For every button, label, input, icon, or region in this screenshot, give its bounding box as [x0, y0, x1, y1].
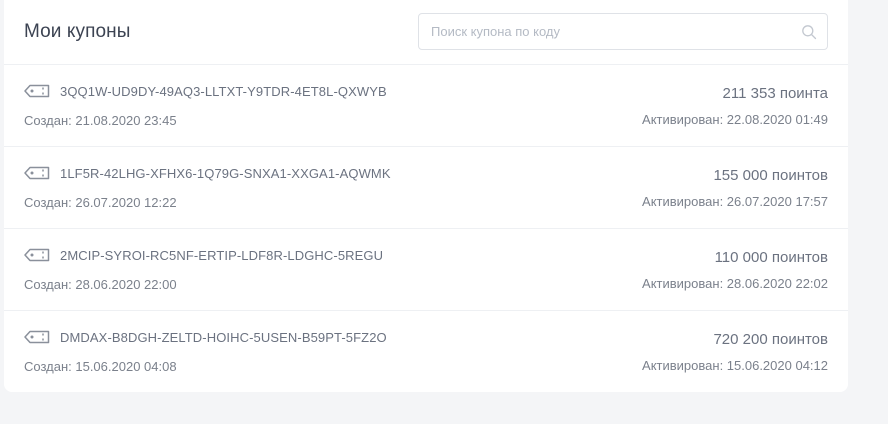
coupon-points: 110 000 поинтов [714, 249, 828, 266]
coupon-row: 2MCIP-SYROI-RC5NF-ERTIP-LDF8R-LDGHC-5REG… [4, 229, 848, 311]
coupon-code: 3QQ1W-UD9DY-49AQ3-LLTXT-Y9TDR-4ET8L-QXWY… [60, 84, 387, 99]
coupon-activated-date: Активирован: 28.06.2020 22:02 [642, 276, 828, 291]
coupon-code: DMDAX-B8DGH-ZELTD-HOIHC-5USEN-B59PT-5FZ2… [60, 330, 387, 345]
coupon-created-date: Создан: 21.08.2020 23:45 [24, 113, 177, 128]
tag-icon [24, 330, 50, 344]
coupon-row: DMDAX-B8DGH-ZELTD-HOIHC-5USEN-B59PT-5FZ2… [4, 311, 848, 393]
coupon-activated-date: Активирован: 15.06.2020 04:12 [642, 358, 828, 373]
coupon-points: 155 000 поинтов [713, 167, 828, 184]
coupon-row: 1LF5R-42LHG-XFHX6-1Q79G-SNXA1-XXGA1-AQWM… [4, 147, 848, 229]
tag-icon [24, 248, 50, 262]
coupon-code: 2MCIP-SYROI-RC5NF-ERTIP-LDF8R-LDGHC-5REG… [60, 248, 384, 263]
tag-icon [24, 166, 50, 180]
search-input[interactable] [431, 14, 791, 49]
page-title: Мои купоны [24, 21, 131, 42]
search-box[interactable] [418, 13, 828, 50]
coupon-created-date: Создан: 15.06.2020 04:08 [24, 359, 177, 374]
coupons-card: Мои купоны 3QQ1W-UD9DY-49AQ3-LLTXT-Y9TDR… [4, 0, 848, 392]
coupon-points: 211 353 поинта [722, 85, 828, 102]
search-icon[interactable] [801, 24, 817, 40]
coupon-activated-date: Активирован: 22.08.2020 01:49 [642, 112, 828, 127]
coupon-created-date: Создан: 26.07.2020 12:22 [24, 195, 177, 210]
tag-icon [24, 84, 50, 98]
coupon-points: 720 200 поинтов [713, 331, 828, 348]
card-header: Мои купоны [4, 0, 848, 65]
coupon-list: 3QQ1W-UD9DY-49AQ3-LLTXT-Y9TDR-4ET8L-QXWY… [4, 65, 848, 393]
coupon-created-date: Создан: 28.06.2020 22:00 [24, 277, 177, 292]
coupon-code: 1LF5R-42LHG-XFHX6-1Q79G-SNXA1-XXGA1-AQWM… [60, 166, 391, 181]
coupon-row: 3QQ1W-UD9DY-49AQ3-LLTXT-Y9TDR-4ET8L-QXWY… [4, 65, 848, 147]
coupon-activated-date: Активирован: 26.07.2020 17:57 [642, 194, 828, 209]
